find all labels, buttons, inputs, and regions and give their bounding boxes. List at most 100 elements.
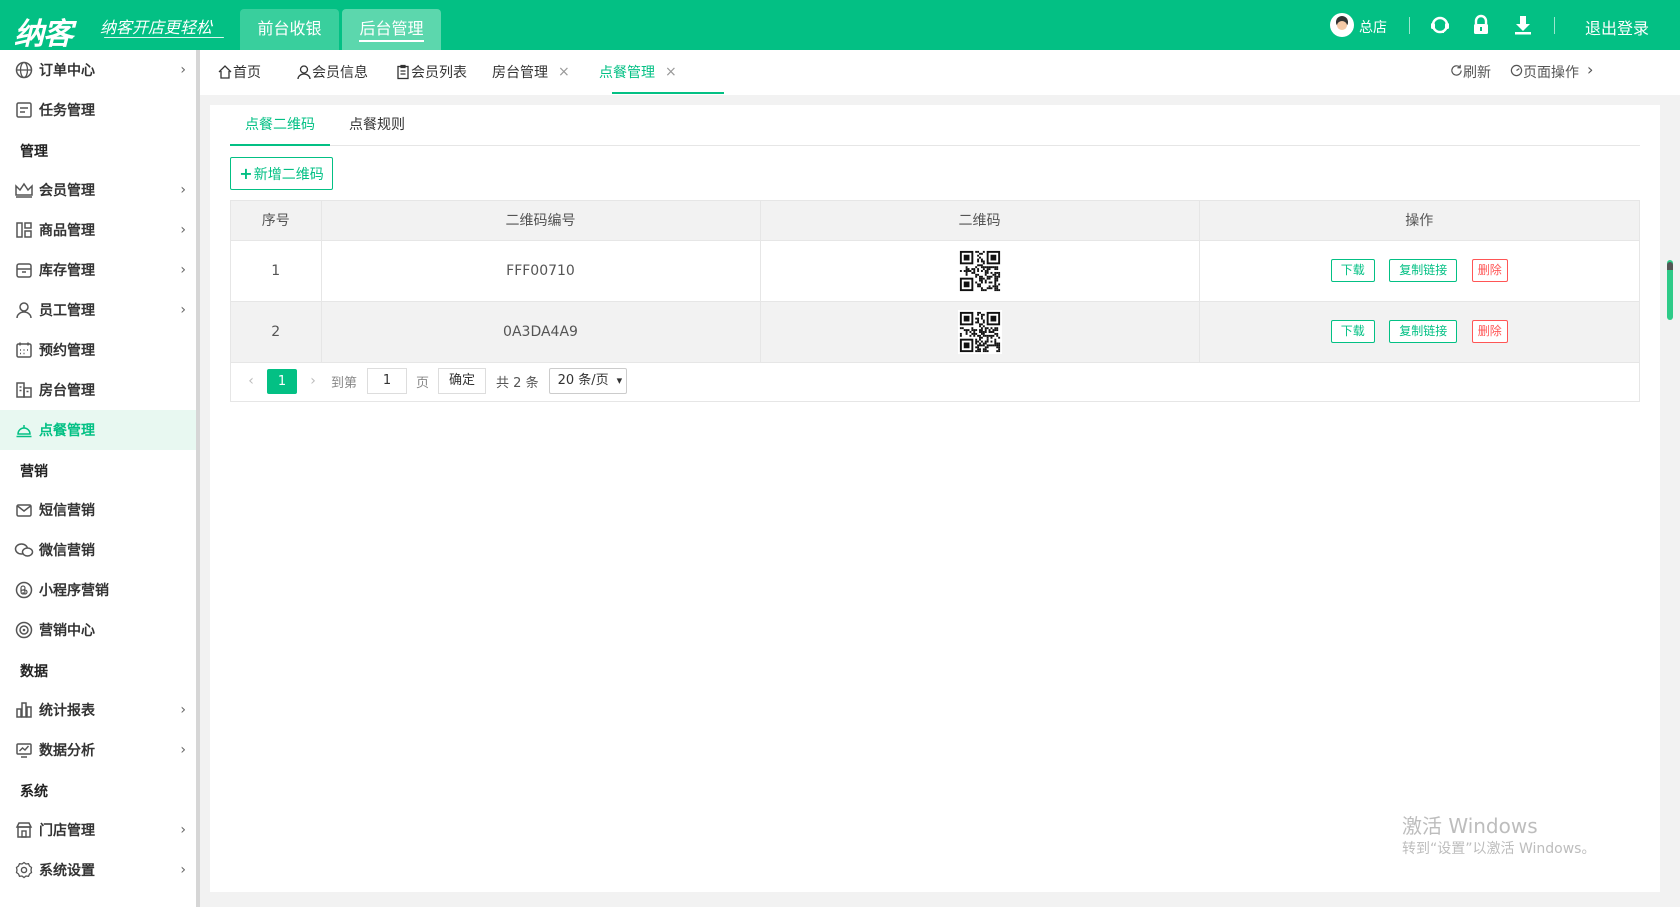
header-divider (1554, 17, 1555, 34)
add-qrcode-button[interactable]: + 新增二维码 (230, 157, 333, 190)
sidebar-item-booking[interactable]: 预约管理 (0, 330, 196, 370)
tab-member-info[interactable]: 会员信息 (296, 50, 368, 94)
lock-icon[interactable] (1470, 14, 1492, 36)
sidebar-scrollbar[interactable] (196, 50, 200, 907)
sidebar-item-analysis[interactable]: 数据分析 › (0, 730, 196, 770)
pagination: ‹ 1 › 到第 1 页 确定 共 2 条 20 条/页 ▾ (231, 361, 1639, 401)
chevron-right-icon: › (180, 862, 186, 878)
tab-back-office-label: 后台管理 (359, 19, 424, 42)
sidebar-item-members[interactable]: 会员管理 › (0, 170, 196, 210)
row-index: 2 (231, 301, 322, 363)
goto-confirm-button[interactable]: 确定 (438, 368, 487, 394)
sidebar-item-tables[interactable]: 房台管理 (0, 370, 196, 410)
crown-icon (14, 180, 34, 200)
sidebar-item-wechat[interactable]: 微信营销 (0, 530, 196, 570)
copy-link-button[interactable]: 复制链接 (1389, 259, 1458, 282)
row-qrcode-cell (760, 301, 1200, 363)
qrcode-image[interactable] (957, 248, 1002, 293)
page-unit-label: 页 (416, 375, 430, 391)
qrcode-image[interactable] (957, 309, 1002, 354)
mail-icon (14, 500, 34, 520)
sidebar-item-label: 订单中心 (39, 63, 95, 79)
sidebar-item-settings[interactable]: 系统设置 › (0, 850, 196, 890)
sidebar-item-label: 系统设置 (39, 863, 95, 879)
table-header-row: 序号 二维码编号 二维码 操作 (231, 201, 1639, 241)
sidebar-item-label: 会员管理 (39, 183, 95, 199)
box-icon (14, 260, 34, 280)
sidebar-item-label: 点餐管理 (39, 423, 95, 439)
tab-member-list[interactable]: 会员列表 (395, 50, 467, 94)
tab-room-manage[interactable]: 房台管理 × (492, 50, 570, 94)
dashboard-icon (1510, 64, 1523, 77)
sidebar-item-label: 员工管理 (39, 303, 95, 319)
refresh-button[interactable]: 刷新 (1450, 62, 1491, 82)
globe-icon (14, 60, 34, 80)
sidebar-item-orders[interactable]: 订单中心 › (0, 50, 196, 90)
tab-label: 会员列表 (411, 65, 467, 81)
column-header: 操作 (1199, 201, 1639, 241)
next-page-button[interactable]: › (303, 373, 323, 389)
subtab-active-indicator (230, 144, 330, 146)
sidebar-item-reports[interactable]: 统计报表 › (0, 690, 196, 730)
chevron-right-icon: › (180, 302, 186, 318)
tab-label: 首页 (233, 65, 261, 81)
top-header: 纳客 纳客开店更轻松 前台收银 后台管理 总店 退出登录 (0, 0, 1680, 53)
close-icon[interactable]: × (665, 64, 677, 80)
tab-label: 点餐管理 (599, 65, 655, 81)
subtab-rules[interactable]: 点餐规则 (349, 113, 405, 145)
page-size-select[interactable]: 20 条/页 ▾ (548, 368, 628, 394)
chevron-right-icon: › (180, 822, 186, 838)
sidebar-item-miniapp[interactable]: 小程序营销 (0, 570, 196, 610)
sidebar-group-marketing: 营销 (20, 464, 48, 480)
sidebar-item-marketing-center[interactable]: 营销中心 (0, 610, 196, 650)
delete-button[interactable]: 删除 (1471, 259, 1508, 282)
tab-ordering-manage[interactable]: 点餐管理 × (599, 50, 677, 94)
grid-icon (14, 220, 34, 240)
tab-front-cashier[interactable]: 前台收银 (240, 9, 339, 50)
sidebar-item-ordering[interactable]: 点餐管理 (0, 410, 196, 450)
page-operations-button[interactable]: 页面操作 (1510, 62, 1579, 82)
activation-watermark-hint: 转到“设置”以激活 Windows。 (1402, 841, 1596, 857)
page-number-input[interactable]: 1 (367, 368, 408, 394)
refresh-icon (1451, 64, 1462, 76)
column-header: 序号 (231, 201, 322, 241)
sidebar-item-label: 统计报表 (39, 703, 95, 719)
sidebar-item-label: 预约管理 (39, 343, 95, 359)
tab-label: 房台管理 (492, 65, 548, 81)
sidebar-item-tasks[interactable]: 任务管理 (0, 90, 196, 130)
sidebar-group-data: 数据 (20, 664, 48, 680)
sidebar-item-label: 短信营销 (39, 503, 95, 519)
logo[interactable]: 纳客 (14, 9, 73, 53)
subtab-bar: 点餐二维码 点餐规则 (230, 113, 1640, 146)
current-page-button[interactable]: 1 (267, 368, 297, 394)
download-icon[interactable] (1512, 14, 1534, 36)
logout-button[interactable]: 退出登录 (1585, 15, 1649, 39)
customer-service-icon[interactable] (1429, 14, 1451, 36)
close-icon[interactable]: × (558, 64, 570, 80)
calendar-icon (14, 340, 34, 360)
download-button[interactable]: 下载 (1330, 259, 1375, 282)
sidebar-item-products[interactable]: 商品管理 › (0, 210, 196, 250)
download-button[interactable]: 下载 (1330, 320, 1375, 343)
sidebar-item-inventory[interactable]: 库存管理 › (0, 250, 196, 290)
store-icon (14, 820, 34, 840)
table-row: 2 0A3DA4A9 下载 复制链接 删除 (231, 301, 1639, 363)
target-icon (14, 620, 34, 640)
sidebar-item-label: 任务管理 (39, 103, 95, 119)
avatar[interactable] (1330, 13, 1354, 37)
goto-label: 到第 (331, 375, 358, 391)
chevron-right-icon[interactable]: › (1587, 60, 1593, 79)
tab-home[interactable]: 首页 (217, 50, 261, 94)
sidebar-item-stores[interactable]: 门店管理 › (0, 810, 196, 850)
prev-page-button[interactable]: ‹ (241, 373, 261, 389)
refresh-label: 刷新 (1463, 65, 1491, 81)
sidebar-item-staff[interactable]: 员工管理 › (0, 290, 196, 330)
subtab-qrcode[interactable]: 点餐二维码 (245, 113, 315, 145)
tab-back-office[interactable]: 后台管理 (342, 9, 441, 50)
delete-button[interactable]: 删除 (1471, 320, 1508, 343)
copy-link-button[interactable]: 复制链接 (1389, 320, 1458, 343)
sidebar-item-sms[interactable]: 短信营销 (0, 490, 196, 530)
page-size-value: 20 条/页 (557, 373, 609, 388)
store-name[interactable]: 总店 (1359, 17, 1387, 37)
task-icon (14, 100, 34, 120)
